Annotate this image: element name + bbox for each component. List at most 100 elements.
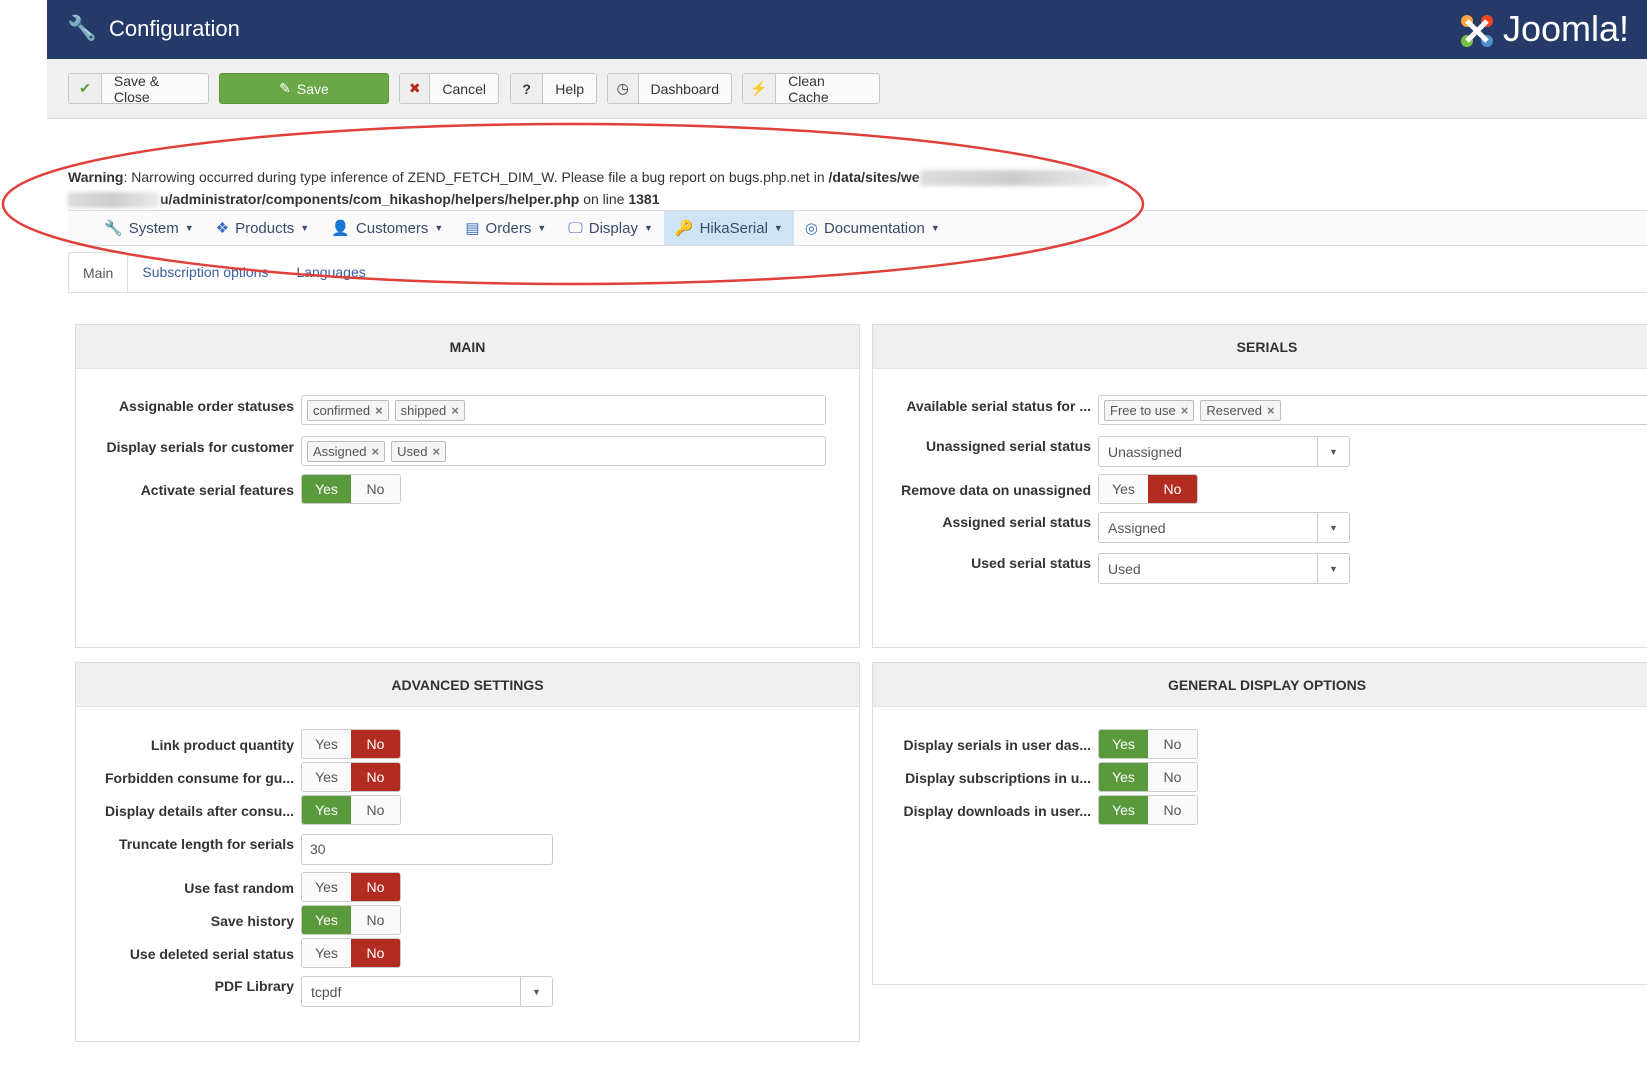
select-dropdown[interactable]: Unassigned ▼ — [1098, 436, 1350, 467]
dashboard-icon: ◷ — [608, 74, 639, 103]
setting-label: Remove data on unassigned — [901, 482, 1091, 498]
toggle-yes-option[interactable]: Yes — [1099, 796, 1148, 824]
submenu-label: Products — [235, 219, 295, 237]
setting-row: Link product quantity Yes No — [76, 729, 859, 761]
toggle-yes-option[interactable]: Yes — [302, 475, 351, 503]
multiselect-input[interactable]: Free to use × Reserved × — [1098, 395, 1647, 425]
multiselect-input[interactable]: confirmed × shipped × — [301, 395, 826, 425]
toggle-no-option[interactable]: No — [351, 730, 400, 758]
setting-label: Display serials for customer — [106, 439, 294, 455]
dashboard-button[interactable]: ◷ Dashboard — [607, 73, 732, 104]
setting-label: Display serials in user das... — [903, 737, 1091, 753]
panel-title: MAIN — [76, 325, 859, 369]
toggle-yes-option[interactable]: Yes — [302, 796, 351, 824]
setting-label: Unassigned serial status — [926, 438, 1091, 454]
check-icon: ✔ — [69, 74, 102, 103]
caret-down-icon: ▼ — [1317, 513, 1349, 542]
setting-control: Assigned ▼ — [1098, 512, 1350, 543]
setting-row: Remove data on unassigned Yes No — [873, 474, 1647, 506]
tag-label: Reserved — [1206, 402, 1262, 418]
wrench-icon: 🔧 — [67, 15, 97, 42]
setting-row: Use deleted serial status Yes No — [76, 938, 859, 970]
panel-serials: SERIALS Available serial status for ... Fr… — [872, 324, 1647, 648]
warning-label: Warning — [68, 169, 124, 185]
clean-cache-button[interactable]: ⚡ Clean Cache — [742, 72, 880, 105]
tab-main[interactable]: Main — [68, 252, 129, 292]
toggle-no-option[interactable]: No — [351, 906, 400, 934]
setting-control: Unassigned ▼ — [1098, 436, 1350, 467]
toggle-yes-option[interactable]: Yes — [1099, 763, 1148, 791]
toggle-yes-option[interactable]: Yes — [302, 763, 351, 791]
toggle-no-option[interactable]: No — [351, 763, 400, 791]
button-label: Clean Cache — [788, 72, 829, 105]
php-warning: Warning: Narrowing occurred during type … — [68, 166, 1168, 210]
toggle-no-option[interactable]: No — [1148, 796, 1197, 824]
tag-chip: Assigned × — [307, 440, 386, 462]
toggle-no-option[interactable]: No — [351, 939, 400, 967]
toggle-yes-option[interactable]: Yes — [302, 906, 351, 934]
toggle-no-option[interactable]: No — [351, 475, 400, 503]
setting-row: Unassigned serial status Unassigned ▼ — [873, 436, 1647, 468]
button-label: Save — [296, 80, 329, 97]
setting-label: Display downloads in user... — [903, 803, 1092, 819]
cancel-button[interactable]: ✖ Cancel — [399, 73, 499, 104]
button-label: Cancel — [442, 80, 486, 97]
setting-control: Assigned × Used × — [301, 436, 826, 466]
save-close-button[interactable]: ✔ Save & Close — [68, 73, 209, 105]
remove-tag-icon[interactable]: × — [371, 444, 379, 459]
submenu-label: System — [128, 219, 179, 237]
submenu-hikaserial[interactable]: 🔑 HikaSerial ▼ — [663, 211, 794, 245]
toggle-yes-option[interactable]: Yes — [302, 730, 351, 758]
toggle-no-option[interactable]: No — [1148, 763, 1197, 791]
setting-row: Forbidden consume for gu... Yes No — [76, 762, 859, 794]
toggle-yes-option[interactable]: Yes — [302, 939, 351, 967]
submenu-display[interactable]: 🖵 Display ▼ — [557, 211, 664, 245]
submenu-bar: 🔧 System ▼ ❖ Products ▼ 👤 Customers ▼ ▤ Orders ▼ 🖵 Di… — [68, 210, 1647, 246]
setting-row: Display downloads in user... Yes No — [873, 795, 1647, 827]
toggle-no-option[interactable]: No — [1148, 475, 1197, 503]
tag-chip: Reserved × — [1200, 399, 1281, 421]
setting-control: Yes No — [1098, 729, 1198, 759]
tag-label: shipped — [400, 402, 447, 418]
tab-languages[interactable]: Languages — [282, 252, 379, 292]
select-dropdown[interactable]: Assigned ▼ — [1098, 512, 1350, 543]
orders-icon: ▤ — [465, 220, 480, 237]
text-input[interactable]: 30 — [301, 834, 553, 865]
multiselect-input[interactable]: Assigned × Used × — [301, 436, 826, 466]
warning-text: : Narrowing occurred during type inferen… — [123, 169, 829, 185]
submenu-label: Documentation — [823, 219, 925, 237]
save-button[interactable]: ✎ Save — [219, 73, 389, 104]
toggle-yes-option[interactable]: Yes — [1099, 730, 1148, 758]
remove-tag-icon[interactable]: × — [451, 403, 459, 418]
joomla-logo[interactable]: Joomla! — [1457, 8, 1629, 51]
display-icon: 🖵 — [568, 219, 583, 237]
remove-tag-icon[interactable]: × — [375, 403, 383, 418]
toggle-yes-option[interactable]: Yes — [302, 873, 351, 901]
setting-control: tcpdf ▼ — [301, 976, 553, 1007]
toggle-no-option[interactable]: No — [1148, 730, 1197, 758]
panel-advanced-settings: ADVANCED SETTINGS Link product quantity Ye… — [75, 662, 860, 1042]
submenu-documentation[interactable]: ◎ Documentation ▼ — [794, 211, 951, 245]
setting-row: Display serials in user das... Yes No — [873, 729, 1647, 761]
remove-tag-icon[interactable]: × — [1267, 403, 1275, 418]
setting-row: PDF Library tcpdf ▼ — [76, 976, 859, 1008]
remove-tag-icon[interactable]: × — [1181, 403, 1189, 418]
toggle-no-option[interactable]: No — [351, 873, 400, 901]
caret-down-icon: ▼ — [300, 223, 310, 233]
remove-tag-icon[interactable]: × — [432, 444, 440, 459]
select-value: Unassigned — [1108, 443, 1182, 460]
select-dropdown[interactable]: Used ▼ — [1098, 553, 1350, 584]
toggle-yes-option[interactable]: Yes — [1099, 475, 1148, 503]
submenu-products[interactable]: ❖ Products ▼ — [205, 211, 321, 245]
submenu-system[interactable]: 🔧 System ▼ — [93, 211, 205, 245]
toggle-no-option[interactable]: No — [351, 796, 400, 824]
button-label: Help — [555, 80, 584, 97]
submenu-orders[interactable]: ▤ Orders ▼ — [454, 211, 557, 245]
select-dropdown[interactable]: tcpdf ▼ — [301, 976, 553, 1007]
submenu-customers[interactable]: 👤 Customers ▼ — [320, 211, 454, 245]
tab-subscription-options[interactable]: Subscription options — [128, 252, 282, 292]
panel-title: SERIALS — [873, 325, 1647, 369]
yes-no-toggle: Yes No — [301, 795, 401, 825]
setting-label: PDF Library — [214, 978, 294, 994]
help-button[interactable]: ? Help — [510, 73, 597, 104]
